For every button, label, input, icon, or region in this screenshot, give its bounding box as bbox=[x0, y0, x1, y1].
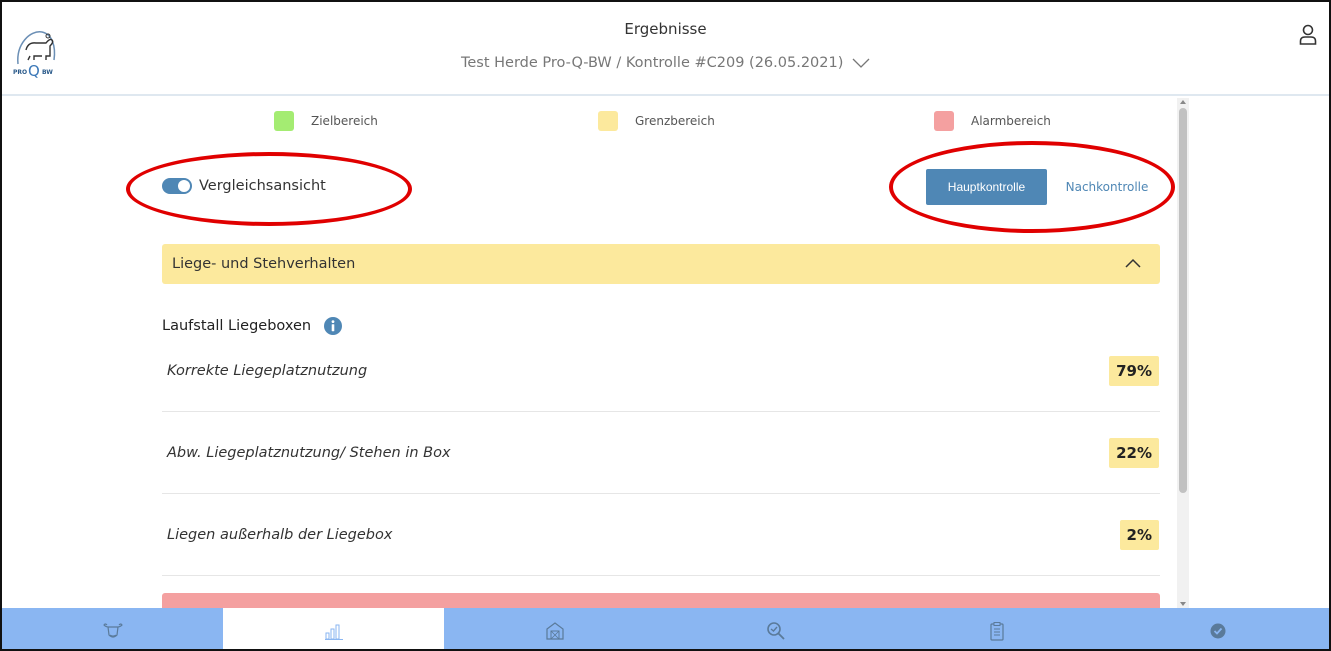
clipboard-icon bbox=[990, 621, 1004, 641]
follow-up-control-button[interactable]: Nachkontrolle bbox=[1052, 169, 1162, 205]
check-circle-icon bbox=[1210, 623, 1226, 638]
legend-swatch-green bbox=[274, 111, 294, 131]
row-label: Korrekte Liegeplatznutzung bbox=[167, 362, 368, 379]
legend-label: Alarmbereich bbox=[971, 114, 1051, 128]
list-item: Liegen außerhalb der Liegebox 2% bbox=[162, 494, 1160, 576]
scrollbar-thumb[interactable] bbox=[1179, 108, 1187, 493]
legend-swatch-yellow bbox=[598, 111, 618, 131]
section-title: Liege- und Stehverhalten bbox=[172, 256, 356, 272]
list-item: Korrekte Liegeplatznutzung 79% bbox=[162, 330, 1160, 412]
user-icon[interactable] bbox=[1299, 24, 1317, 46]
row-label: Liegen außerhalb der Liegebox bbox=[167, 526, 393, 543]
nav-item-animals[interactable] bbox=[2, 608, 223, 649]
results-content: Zielbereich Grenzbereich Alarmbereich Ve… bbox=[2, 98, 1177, 608]
toggle-switch[interactable] bbox=[162, 178, 192, 194]
legend-label: Zielbereich bbox=[311, 114, 378, 128]
main-control-button[interactable]: Hauptkontrolle bbox=[926, 169, 1047, 205]
row-label: Abw. Liegeplatznutzung/ Stehen in Box bbox=[167, 444, 451, 461]
alarm-section-bar[interactable] bbox=[162, 593, 1160, 608]
herd-control-label: Test Herde Pro-Q-BW / Kontrolle #C209 (2… bbox=[460, 55, 844, 71]
list-item: Abw. Liegeplatznutzung/ Stehen in Box 22… bbox=[162, 412, 1160, 494]
scroll-up-arrow[interactable] bbox=[1180, 100, 1186, 104]
page-title: Ergebnisse bbox=[624, 20, 707, 38]
legend-label: Grenzbereich bbox=[635, 114, 715, 128]
nav-item-finish[interactable] bbox=[1108, 608, 1329, 649]
nav-item-barn[interactable] bbox=[444, 608, 665, 649]
header: PRO Q BW Ergebnisse Test Herde Pro-Q-BW … bbox=[2, 2, 1329, 96]
chevron-up-icon[interactable] bbox=[1125, 257, 1141, 269]
chevron-down-icon bbox=[852, 58, 870, 68]
search-check-icon bbox=[767, 621, 785, 640]
legend-limit-range: Grenzbereich bbox=[598, 111, 715, 131]
toggle-label: Vergleichsansicht bbox=[199, 178, 326, 194]
legend-swatch-red bbox=[934, 111, 954, 131]
row-value-badge: 22% bbox=[1109, 437, 1159, 468]
row-value-badge: 79% bbox=[1109, 355, 1159, 386]
section-lying-standing[interactable]: Liege- und Stehverhalten bbox=[162, 244, 1160, 284]
nav-item-checklist[interactable] bbox=[887, 608, 1108, 649]
legend-alarm-range: Alarmbereich bbox=[934, 111, 1051, 131]
herd-control-selector[interactable]: Test Herde Pro-Q-BW / Kontrolle #C209 (2… bbox=[2, 55, 1329, 71]
bottom-navigation bbox=[2, 608, 1329, 649]
scrollbar[interactable] bbox=[1177, 98, 1189, 608]
nav-item-inspection[interactable] bbox=[666, 608, 887, 649]
bar-chart-icon bbox=[324, 624, 343, 640]
nav-item-results[interactable] bbox=[223, 608, 445, 649]
cow-icon bbox=[102, 622, 123, 638]
app-window: PRO Q BW Ergebnisse Test Herde Pro-Q-BW … bbox=[0, 0, 1331, 651]
barn-icon bbox=[546, 621, 564, 640]
row-value-badge: 2% bbox=[1119, 519, 1159, 550]
scroll-down-arrow[interactable] bbox=[1180, 602, 1186, 606]
comparison-view-toggle[interactable]: Vergleichsansicht bbox=[162, 178, 326, 194]
legend-target-range: Zielbereich bbox=[274, 111, 378, 131]
